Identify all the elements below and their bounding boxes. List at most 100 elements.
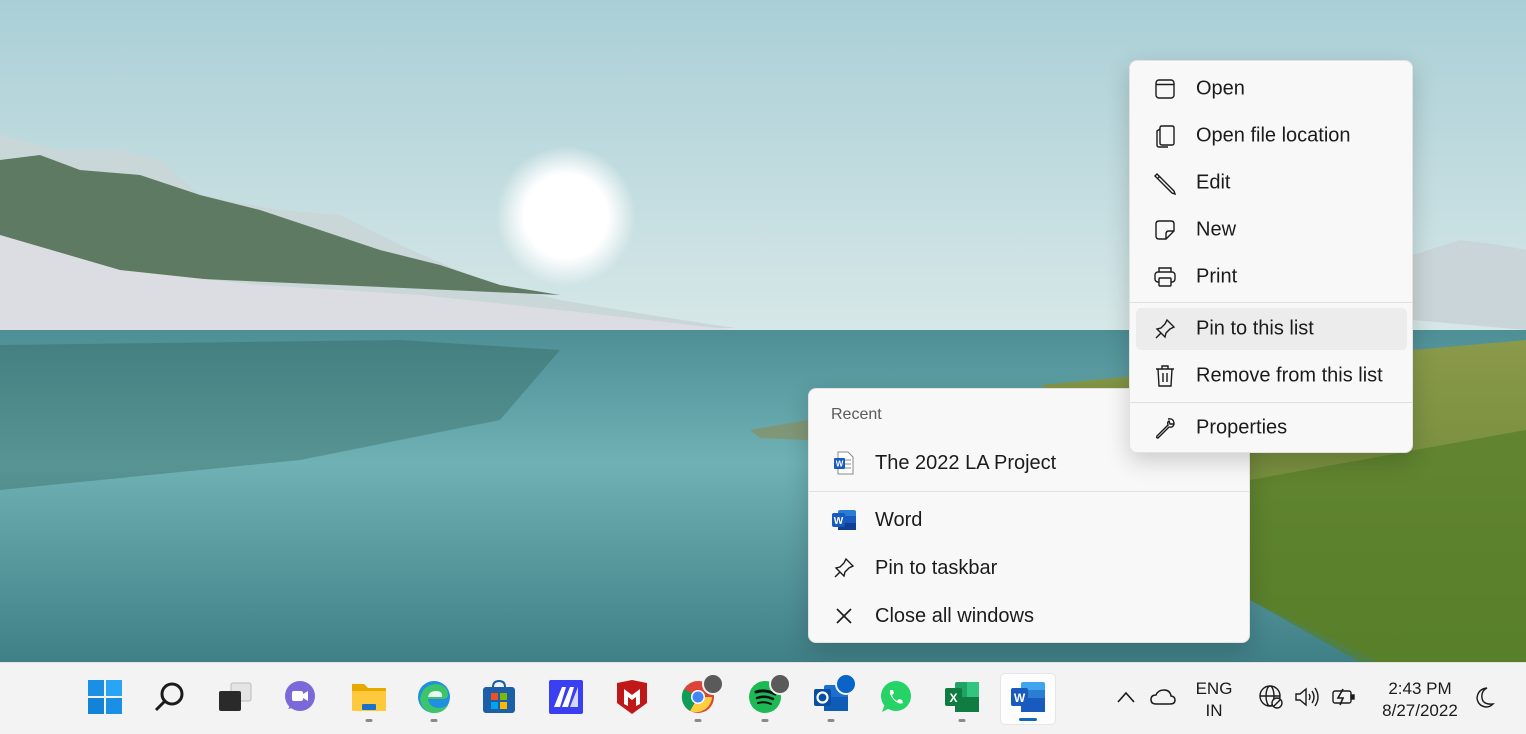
menu-item-label: New (1196, 218, 1237, 241)
clock[interactable]: 2:43 PM 8/27/2022 (1372, 678, 1468, 722)
jumplist-recent-header: Recent (831, 406, 882, 423)
recent-item-context-menu: Open Open file location Edit New Print P… (1129, 60, 1413, 453)
file-copy-icon (1152, 123, 1178, 149)
recent-item-label: The 2022 LA Project (875, 451, 1057, 474)
pin-icon (831, 555, 857, 581)
running-indicator (430, 719, 438, 722)
network-button[interactable] (1256, 684, 1286, 715)
battery-charging-icon (1329, 687, 1357, 712)
menu-divider (1130, 302, 1412, 303)
windows-logo-icon (87, 679, 123, 720)
moon-icon (1475, 686, 1497, 713)
jumplist-divider (809, 491, 1249, 492)
taskbar-spotify[interactable] (737, 673, 793, 725)
menu-item-label: Edit (1196, 171, 1231, 194)
show-hidden-icons-button[interactable] (1114, 687, 1138, 711)
clock-date: 8/27/2022 (1382, 701, 1458, 720)
menu-item-print[interactable]: Print (1136, 256, 1407, 298)
region-code: IN (1205, 701, 1223, 720)
store-icon (481, 679, 517, 720)
mcafee-icon (615, 679, 649, 720)
folder-icon (350, 680, 388, 719)
teams-chat-icon (282, 679, 318, 720)
window-icon (1152, 76, 1178, 102)
taskbar-excel[interactable]: X (934, 673, 990, 725)
taskbar-whatsapp[interactable] (868, 673, 924, 725)
taskbar-mcafee[interactable] (604, 673, 660, 725)
menu-item-label: Remove from this list (1196, 364, 1383, 387)
running-indicator (694, 719, 702, 722)
mail-badge (835, 673, 857, 695)
taskbar-outlook[interactable] (803, 673, 859, 725)
active-indicator (1019, 718, 1037, 721)
running-indicator (958, 719, 966, 722)
language-indicator[interactable]: ENG IN (1186, 678, 1242, 722)
pencil-icon (1152, 170, 1178, 196)
menu-item-label: Open file location (1196, 124, 1351, 147)
edge-icon (416, 679, 452, 720)
word-app-icon: W (1009, 679, 1047, 720)
taskbar-word[interactable]: W (1000, 673, 1056, 725)
search-icon (153, 680, 187, 719)
running-indicator (365, 719, 373, 722)
word-app-icon: W (831, 507, 857, 533)
jumplist-open-word[interactable]: W Word (813, 498, 1245, 542)
clock-time: 2:43 PM (1388, 679, 1452, 698)
task-view-icon (217, 681, 253, 718)
whatsapp-icon (878, 679, 914, 720)
taskbar-edge[interactable] (406, 673, 462, 725)
menu-item-properties[interactable]: Properties (1136, 407, 1407, 449)
chevron-up-icon (1116, 690, 1136, 708)
printer-icon (1152, 264, 1178, 290)
menu-divider (1130, 402, 1412, 403)
menu-item-label: Open (1196, 77, 1245, 100)
menu-item-remove-from-this-list[interactable]: Remove from this list (1136, 355, 1407, 397)
language-code: ENG (1195, 679, 1233, 698)
taskbar-chrome[interactable] (670, 673, 726, 725)
menu-item-open[interactable]: Open (1136, 68, 1407, 110)
jumplist-close-all-windows[interactable]: Close all windows (813, 594, 1245, 638)
word-document-icon: W (831, 450, 857, 476)
jumplist-task-label: Word (875, 508, 923, 531)
profile-avatar-badge (702, 673, 724, 695)
taskbar: X W ENG IN 2:43 PM 8/27/2022 (0, 662, 1526, 734)
pin-icon (1152, 316, 1178, 342)
taskbar-store[interactable] (471, 673, 527, 725)
taskbar-search-button[interactable] (142, 673, 198, 725)
battery-button[interactable] (1328, 685, 1358, 713)
menu-item-open-file-location[interactable]: Open file location (1136, 115, 1407, 157)
jumplist-task-label: Close all windows (875, 604, 1034, 627)
volume-button[interactable] (1292, 685, 1322, 713)
menu-item-label: Pin to this list (1196, 317, 1314, 340)
new-note-icon (1152, 217, 1178, 243)
focus-assist-button[interactable] (1472, 685, 1500, 713)
taskbar-m-app[interactable] (538, 673, 594, 725)
taskbar-start-button[interactable] (77, 673, 133, 725)
close-icon (831, 603, 857, 629)
speaker-icon (1294, 686, 1320, 713)
m-app-icon (548, 679, 584, 720)
menu-item-edit[interactable]: Edit (1136, 162, 1407, 204)
menu-item-label: Properties (1196, 416, 1288, 439)
wrench-icon (1152, 415, 1178, 441)
svg-text:W: W (1014, 691, 1026, 705)
svg-text:W: W (836, 460, 844, 469)
globe-no-internet-icon (1258, 684, 1284, 715)
jumplist-pin-to-taskbar[interactable]: Pin to taskbar (813, 546, 1245, 590)
svg-text:X: X (949, 691, 957, 705)
svg-text:W: W (834, 516, 844, 527)
running-indicator (761, 719, 769, 722)
jumplist-task-label: Pin to taskbar (875, 556, 998, 579)
taskbar-task-view-button[interactable] (207, 673, 263, 725)
menu-item-pin-to-this-list[interactable]: Pin to this list (1136, 308, 1407, 350)
running-indicator (827, 719, 835, 722)
menu-item-new[interactable]: New (1136, 209, 1407, 251)
menu-item-label: Print (1196, 265, 1238, 288)
taskbar-file-explorer[interactable] (341, 673, 397, 725)
excel-icon: X (943, 679, 981, 720)
trash-icon (1152, 363, 1178, 389)
profile-avatar-badge (769, 673, 791, 695)
onedrive-tray-button[interactable] (1148, 687, 1178, 711)
cloud-icon (1149, 688, 1177, 711)
taskbar-chat-button[interactable] (272, 673, 328, 725)
